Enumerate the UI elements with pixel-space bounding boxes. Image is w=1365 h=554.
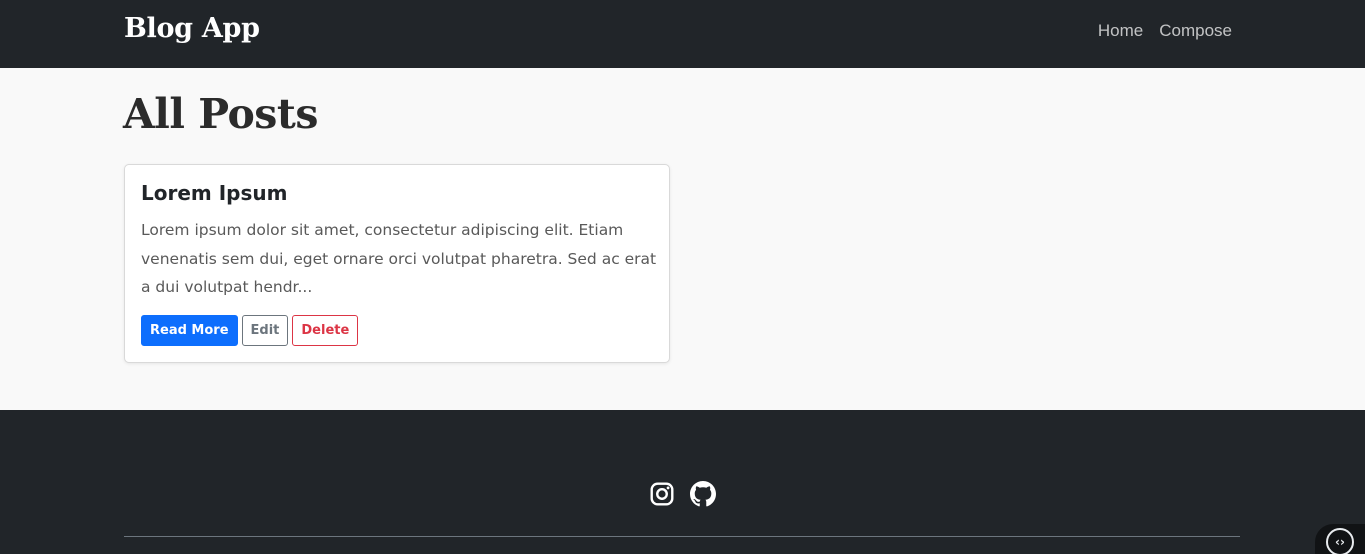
github-link[interactable] — [690, 481, 716, 507]
delete-button[interactable]: Delete — [292, 315, 359, 346]
post-excerpt: Lorem ipsum dolor sit amet, consectetur … — [141, 221, 657, 296]
brand-logo[interactable]: Blog App — [124, 13, 260, 44]
nav-links: Home Compose — [1098, 21, 1232, 41]
instagram-icon — [650, 482, 674, 506]
post-actions: Read More Edit Delete — [141, 315, 359, 346]
footer — [0, 410, 1365, 554]
code-icon[interactable]: ‹› — [1326, 528, 1354, 554]
nav-link-compose[interactable]: Compose — [1159, 21, 1232, 41]
post-card: Lorem Ipsum Lorem ipsum dolor sit amet, … — [124, 164, 670, 363]
page-title: All Posts — [123, 90, 318, 138]
nav-link-home[interactable]: Home — [1098, 21, 1143, 41]
code-widget: ‹› — [1315, 524, 1365, 554]
read-more-button[interactable]: Read More — [141, 315, 238, 346]
navbar: Blog App Home Compose — [0, 0, 1365, 68]
post-title: Lorem Ipsum — [141, 181, 288, 205]
footer-divider — [124, 536, 1240, 537]
instagram-link[interactable] — [649, 481, 675, 507]
github-icon — [690, 481, 716, 507]
social-links — [649, 481, 716, 507]
edit-button[interactable]: Edit — [241, 315, 289, 346]
